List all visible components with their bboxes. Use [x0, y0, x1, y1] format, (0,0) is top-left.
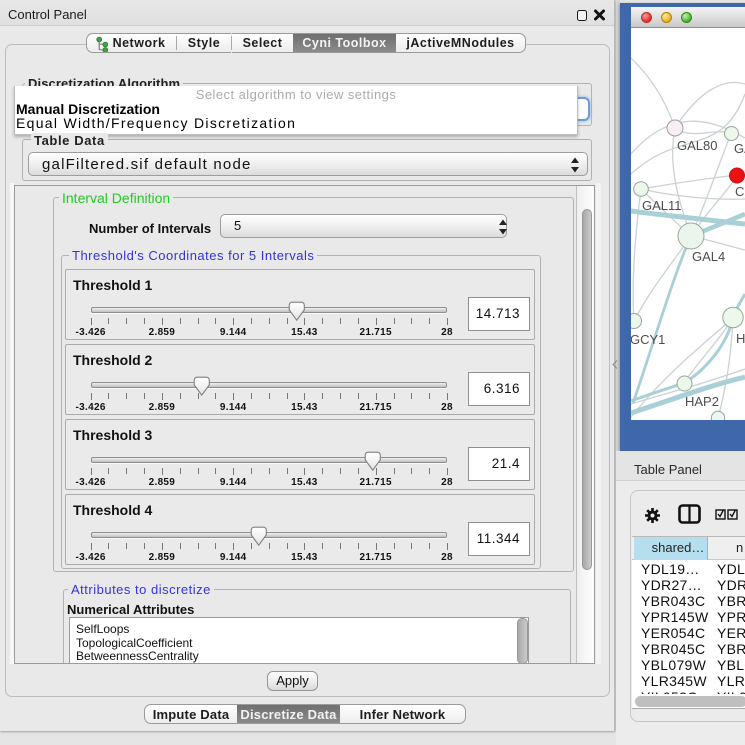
- svg-text:HAP2: HAP2: [685, 394, 719, 409]
- svg-text:GAL11: GAL11: [642, 198, 682, 213]
- svg-text:H: H: [736, 331, 745, 346]
- svg-text:GAL80: GAL80: [677, 138, 717, 153]
- svg-text:C: C: [735, 184, 744, 199]
- svg-text:GAL4: GAL4: [692, 249, 725, 264]
- svg-text:GA: GA: [734, 141, 745, 156]
- svg-text:GCY1: GCY1: [631, 332, 665, 347]
